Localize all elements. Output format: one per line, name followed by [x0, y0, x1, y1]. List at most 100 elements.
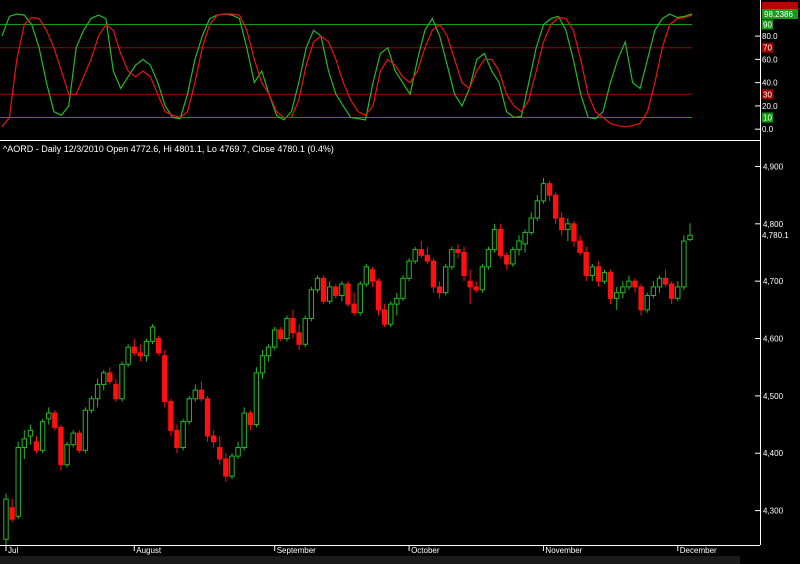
candle-body	[638, 286, 644, 311]
candle-body	[400, 277, 406, 299]
candle-body	[620, 286, 626, 294]
x-tick-label: November	[545, 546, 582, 555]
candle-body	[388, 303, 394, 325]
candle-body	[272, 329, 278, 348]
oscillator-tick-label: 0.0	[762, 125, 774, 134]
candle-body	[656, 277, 663, 288]
candle-body	[583, 252, 589, 276]
stock-chart: ^AORD - Daily 12/3/2010 Open 4772.6, Hi …	[0, 0, 800, 564]
price-title: ^AORD - Daily 12/3/2010 Open 4772.6, Hi …	[3, 144, 334, 154]
candle-body	[235, 447, 241, 457]
candle-body	[363, 266, 370, 285]
candle-body	[113, 383, 119, 400]
candle-body	[174, 429, 180, 449]
candle-body	[443, 266, 449, 294]
candle-body	[162, 355, 168, 403]
candle-body	[204, 398, 211, 437]
candle-body	[424, 254, 431, 262]
candle-body	[229, 455, 235, 477]
candle-body	[33, 441, 40, 451]
candle-body	[345, 283, 351, 305]
candle-body	[320, 277, 327, 302]
candle-body	[650, 286, 657, 297]
candle-body	[369, 269, 376, 282]
candle-body	[595, 266, 602, 282]
candle-body	[107, 372, 113, 383]
candle-body	[375, 280, 382, 311]
candle-body	[473, 286, 479, 291]
candle-body	[565, 223, 571, 231]
candle-body	[94, 383, 101, 400]
candle-body	[644, 295, 650, 311]
candle-body	[296, 332, 302, 345]
x-tick-label: August	[136, 546, 162, 555]
candle-body	[64, 444, 70, 466]
candle-body	[88, 398, 95, 411]
candle-body	[265, 346, 272, 357]
candle-body	[412, 249, 418, 262]
price-tick-label: 4,300	[763, 507, 784, 516]
level-badge-label: 90	[763, 20, 772, 29]
candle-body	[15, 447, 21, 517]
price-tick-label: 4,900	[763, 162, 784, 171]
candle-body	[247, 412, 253, 426]
candle-body	[351, 303, 357, 314]
candle-body	[326, 286, 333, 302]
x-tick-label: Jul	[8, 546, 18, 555]
level-badge-label: 10	[763, 114, 772, 123]
candle-body	[455, 249, 461, 254]
candle-body	[217, 447, 223, 460]
candle-body	[559, 217, 565, 231]
candle-body	[681, 240, 687, 288]
candle-body	[52, 412, 58, 428]
candle-body	[461, 252, 467, 276]
candle-body	[497, 229, 504, 256]
candle-body	[662, 277, 669, 285]
price-tick-label: 4,800	[763, 220, 784, 229]
candle-body	[675, 286, 681, 299]
candle-body	[571, 223, 577, 242]
oscillator-tick-label: 40.0	[762, 79, 778, 88]
candle-body	[528, 217, 534, 233]
candle-body	[27, 429, 34, 437]
candle-body	[302, 317, 308, 345]
candle-body	[58, 426, 64, 466]
level-badge-label: 70	[763, 44, 772, 53]
candle-body	[614, 292, 620, 299]
candle-body	[198, 389, 205, 400]
candle-body	[155, 338, 162, 354]
candle-body	[381, 309, 388, 325]
x-tick-label: December	[680, 546, 717, 555]
candle-body	[467, 280, 473, 288]
candle-body	[668, 283, 675, 299]
candle-body	[284, 317, 290, 340]
candle-body	[143, 340, 150, 357]
oscillator-tick-label: 20.0	[762, 102, 778, 111]
oscillator-tick-label: 60.0	[762, 55, 778, 64]
candle-body	[479, 266, 486, 291]
candle-body	[290, 317, 296, 334]
candle-body	[418, 249, 424, 256]
candle-body	[76, 432, 82, 451]
last-value-label: 98.2386	[764, 10, 793, 19]
candle-body	[137, 352, 144, 357]
background	[0, 0, 800, 564]
candle-body	[131, 346, 137, 354]
price-tick-label: 4,400	[763, 449, 784, 458]
price-tick-label: 4,500	[763, 392, 784, 401]
candle-body	[333, 286, 339, 297]
candle-body	[9, 507, 15, 520]
candle-body	[589, 266, 595, 276]
candle-body	[522, 231, 528, 245]
candle-body	[485, 249, 492, 268]
candle-body	[149, 326, 156, 342]
x-tick-label: September	[277, 546, 316, 555]
candle-body	[253, 372, 260, 426]
candle-body	[577, 240, 583, 254]
candle-body	[308, 289, 315, 319]
price-tick-label: 4,600	[763, 335, 784, 344]
candle-body	[259, 355, 266, 374]
candle-body	[510, 249, 516, 265]
candle-body	[210, 435, 217, 443]
candle-body	[101, 372, 107, 385]
